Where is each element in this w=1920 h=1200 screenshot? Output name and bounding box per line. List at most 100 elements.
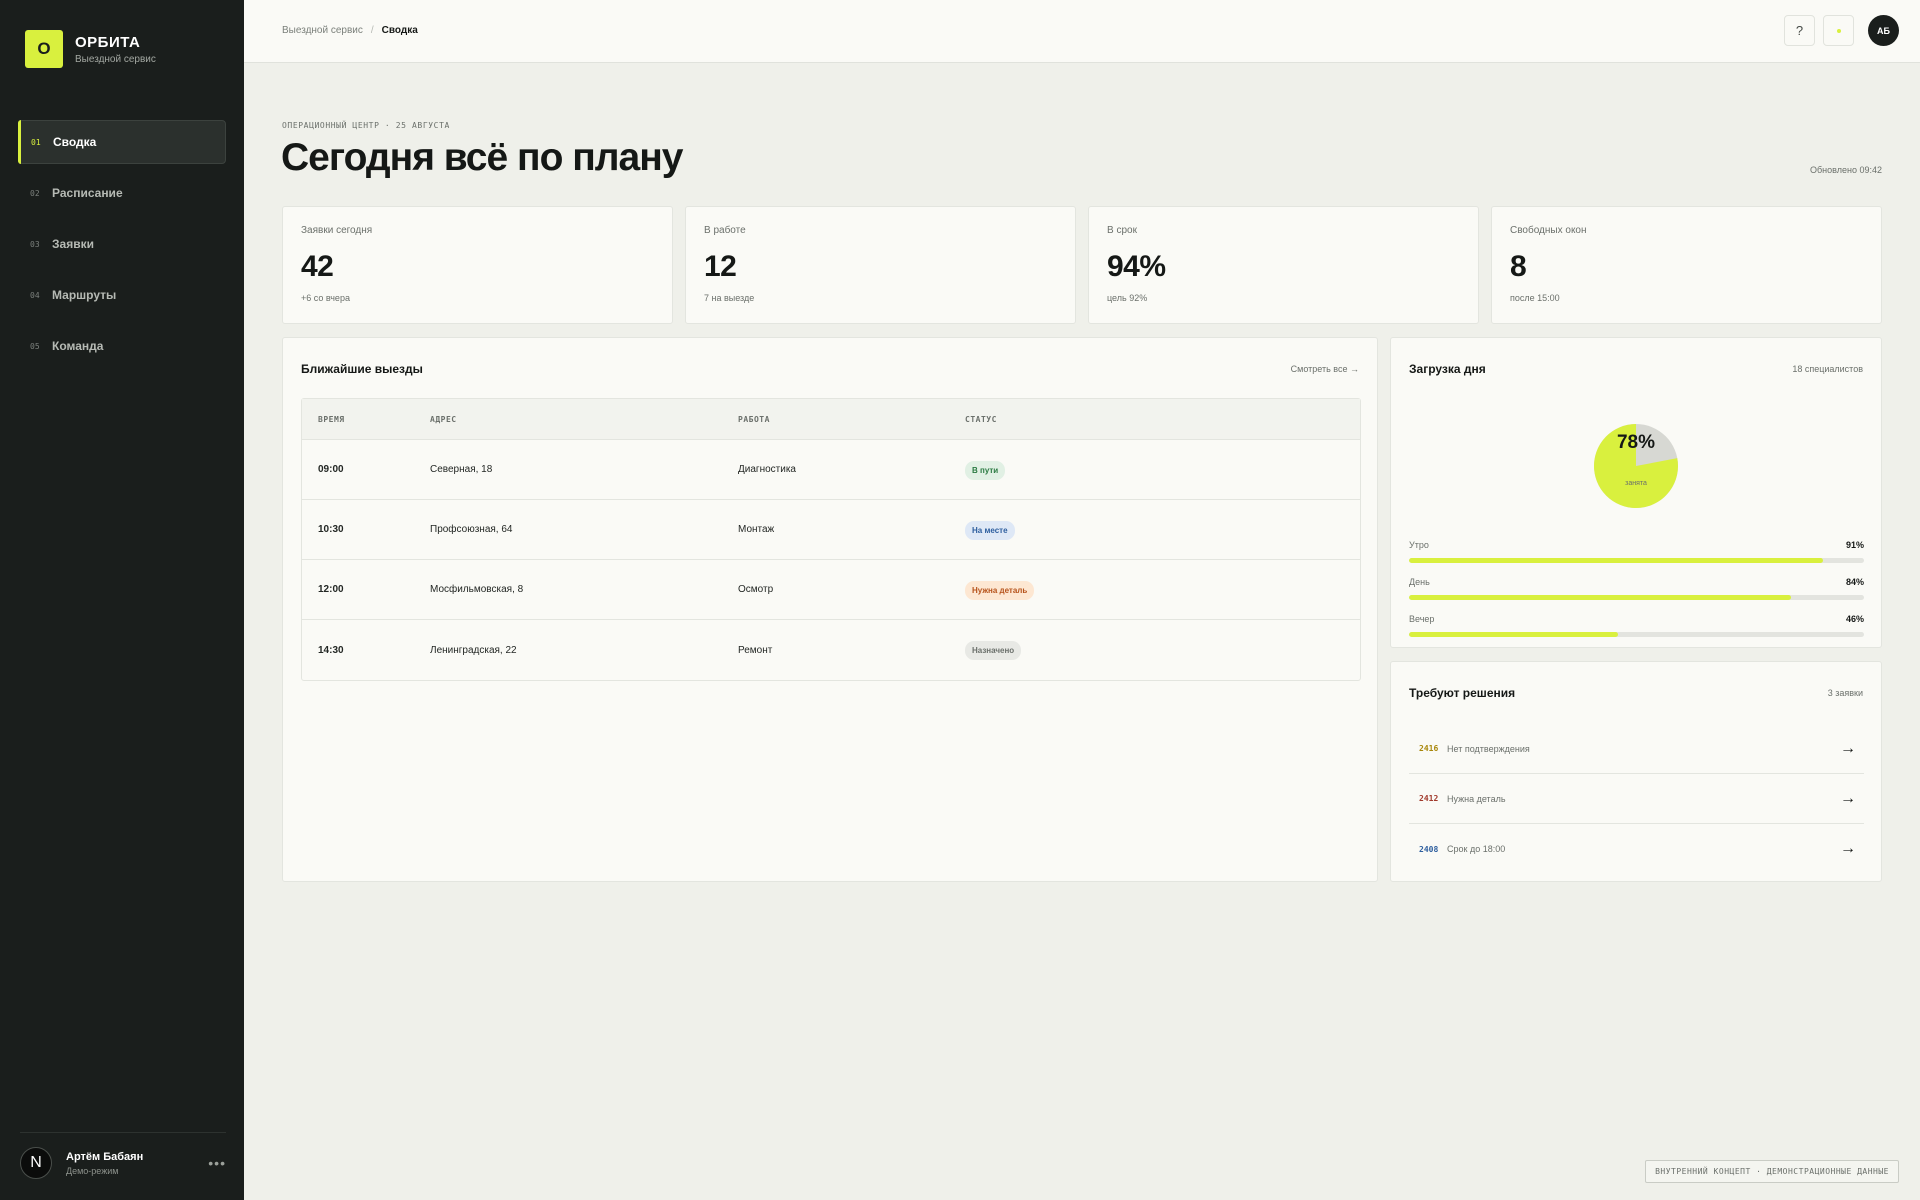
nav-number: 01 bbox=[31, 137, 41, 147]
breadcrumb: Выездной сервис / Сводка bbox=[282, 25, 418, 36]
column-header-work: РАБОТА bbox=[738, 414, 770, 424]
kpi-sub: цель 92% bbox=[1107, 293, 1148, 303]
status-badge: Назначено bbox=[965, 641, 1022, 660]
cell-time: 14:30 bbox=[318, 644, 344, 656]
table-row[interactable]: 14:30 Ленинградская, 22 Ремонт Назначено bbox=[302, 620, 1360, 680]
decision-list: 2416 Нет подтверждения → 2412 Нужна дета… bbox=[1409, 724, 1864, 874]
table-row[interactable]: 10:30 Профсоюзная, 64 Монтаж На месте bbox=[302, 500, 1360, 560]
column-header-time: ВРЕМЯ bbox=[318, 414, 345, 424]
cell-status: В пути bbox=[965, 460, 1360, 480]
nav-label: Расписание bbox=[52, 186, 123, 200]
topbar: Выездной сервис / Сводка ? АБ bbox=[244, 0, 1920, 63]
cell-address: Мосфильмовская, 8 bbox=[430, 584, 524, 595]
bar-fill bbox=[1409, 558, 1824, 563]
breadcrumb-parent[interactable]: Выездной сервис bbox=[282, 25, 363, 36]
nav-number: 02 bbox=[30, 188, 40, 198]
footer-note: ВНУТРЕННИЙ КОНЦЕПТ · ДЕМОНСТРАЦИОННЫЕ ДА… bbox=[1645, 1160, 1899, 1183]
kpi-value: 12 bbox=[704, 250, 737, 283]
status-badge: В пути bbox=[965, 460, 1006, 480]
panel-title: Ближайшие выезды bbox=[301, 362, 423, 376]
user-avatar[interactable]: N bbox=[20, 1147, 52, 1179]
page-title: Сегодня всё по плану bbox=[281, 136, 683, 179]
request-id: 2416 bbox=[1419, 744, 1439, 753]
bar-fill bbox=[1409, 595, 1792, 600]
sidebar-item-requests[interactable]: 03 Заявки bbox=[18, 222, 226, 266]
table-row[interactable]: 12:00 Мосфильмовская, 8 Осмотр Нужна дет… bbox=[302, 560, 1360, 620]
brand[interactable]: О ОРБИТА Выездной сервис bbox=[25, 30, 156, 68]
list-item[interactable]: 2416 Нет подтверждения → bbox=[1409, 724, 1864, 774]
column-header-status: СТАТУС bbox=[965, 414, 997, 424]
list-item[interactable]: 2412 Нужна деталь → bbox=[1409, 774, 1864, 824]
request-id: 2412 bbox=[1419, 794, 1439, 803]
donut-value: 78% bbox=[1616, 432, 1656, 453]
kpi-card-free-slots: Свободных окон 8 после 15:00 bbox=[1491, 206, 1882, 324]
table-row[interactable]: 09:00 Северная, 18 Диагностика В пути bbox=[302, 440, 1360, 500]
sidebar-item-routes[interactable]: 04 Маршруты bbox=[18, 273, 226, 317]
cell-status: На месте bbox=[965, 520, 1360, 540]
cell-time: 10:30 bbox=[318, 524, 344, 535]
visits-table: ВРЕМЯ АДРЕС РАБОТА СТАТУС 09:00 Северная… bbox=[301, 398, 1361, 681]
donut-caption: занята bbox=[1625, 480, 1647, 487]
profile-avatar[interactable]: АБ bbox=[1868, 15, 1899, 46]
sidebar-item-team[interactable]: 05 Команда bbox=[18, 324, 226, 368]
help-button[interactable]: ? bbox=[1784, 15, 1815, 46]
updated-timestamp: Обновлено 09:42 bbox=[1810, 165, 1882, 175]
day-load-panel: Загрузка дня 18 специалистов 78% занята … bbox=[1390, 337, 1882, 648]
bar-track bbox=[1409, 632, 1864, 637]
load-bar-day: День 84% bbox=[1409, 577, 1864, 600]
kpi-label: Свободных окон bbox=[1510, 225, 1587, 236]
kpi-value: 94% bbox=[1107, 250, 1166, 283]
brand-subtitle: Выездной сервис bbox=[75, 53, 156, 65]
list-item[interactable]: 2408 Срок до 18:00 → bbox=[1409, 824, 1864, 874]
cell-status: Назначено bbox=[965, 640, 1360, 660]
top-actions: ? АБ bbox=[1784, 15, 1899, 46]
user-name: Артём Бабаян bbox=[66, 1150, 144, 1163]
cell-address: Ленинградская, 22 bbox=[430, 644, 517, 656]
sidebar-item-summary[interactable]: 01 Сводка bbox=[18, 120, 226, 164]
bar-head: Вечер 46% bbox=[1409, 614, 1864, 624]
panel-title: Загрузка дня bbox=[1409, 362, 1486, 376]
load-bar-morning: Утро 91% bbox=[1409, 540, 1864, 563]
nav-label: Заявки bbox=[52, 237, 94, 251]
arrow-right-icon[interactable]: → bbox=[1840, 840, 1864, 858]
kpi-sub: 7 на выезде bbox=[704, 293, 755, 303]
cell-time: 12:00 bbox=[318, 584, 344, 595]
arrow-right-icon[interactable]: → bbox=[1840, 740, 1864, 758]
nav-number: 03 bbox=[30, 239, 40, 249]
load-bar-evening: Вечер 46% bbox=[1409, 614, 1864, 637]
bar-value: 91% bbox=[1845, 540, 1864, 550]
request-reason: Нет подтверждения bbox=[1447, 743, 1530, 754]
cell-work: Осмотр bbox=[738, 584, 774, 595]
brand-name: ОРБИТА bbox=[75, 33, 141, 51]
nav-label: Маршруты bbox=[52, 288, 117, 302]
status-badge: Нужна деталь bbox=[965, 580, 1035, 600]
arrow-right-icon[interactable]: → bbox=[1840, 790, 1864, 808]
notifications-button[interactable] bbox=[1823, 15, 1854, 46]
user-role: Демо-режим bbox=[66, 1165, 119, 1176]
bar-head: Утро 91% bbox=[1409, 540, 1864, 550]
specialists-count: 18 специалистов bbox=[1792, 364, 1863, 374]
bar-value: 46% bbox=[1845, 614, 1864, 624]
brand-text: ОРБИТА Выездной сервис bbox=[75, 34, 156, 65]
kpi-sub: после 15:00 bbox=[1510, 293, 1560, 303]
request-id: 2408 bbox=[1419, 844, 1439, 854]
brand-logo: О bbox=[25, 30, 63, 68]
breadcrumb-separator: / bbox=[370, 25, 374, 36]
needs-decision-panel: Требуют решения 3 заявки 2416 Нет подтве… bbox=[1390, 661, 1882, 882]
kpi-sub: +6 со вчера bbox=[301, 293, 350, 303]
user-menu-button[interactable]: ••• bbox=[208, 1155, 226, 1171]
cell-work: Ремонт bbox=[738, 644, 773, 656]
page-eyebrow: ОПЕРАЦИОННЫЙ ЦЕНТР · 25 АВГУСТА bbox=[282, 121, 450, 130]
user-info: Артём Бабаян Демо-режим bbox=[66, 1151, 208, 1176]
see-all-link[interactable]: Смотреть все → bbox=[1291, 364, 1359, 374]
kpi-label: В работе bbox=[704, 225, 746, 236]
bar-label: День bbox=[1409, 577, 1430, 587]
kpi-value: 42 bbox=[301, 250, 334, 283]
kpi-label: Заявки сегодня bbox=[301, 225, 373, 236]
sidebar-item-schedule[interactable]: 02 Расписание bbox=[18, 171, 226, 215]
column-header-address: АДРЕС bbox=[430, 414, 457, 424]
request-reason: Срок до 18:00 bbox=[1447, 844, 1506, 854]
upcoming-visits-panel: Ближайшие выезды Смотреть все → ВРЕМЯ АД… bbox=[282, 337, 1378, 882]
sidebar: О ОРБИТА Выездной сервис 01 Сводка 02 Ра… bbox=[0, 0, 244, 1200]
notification-dot-icon bbox=[1836, 28, 1841, 33]
